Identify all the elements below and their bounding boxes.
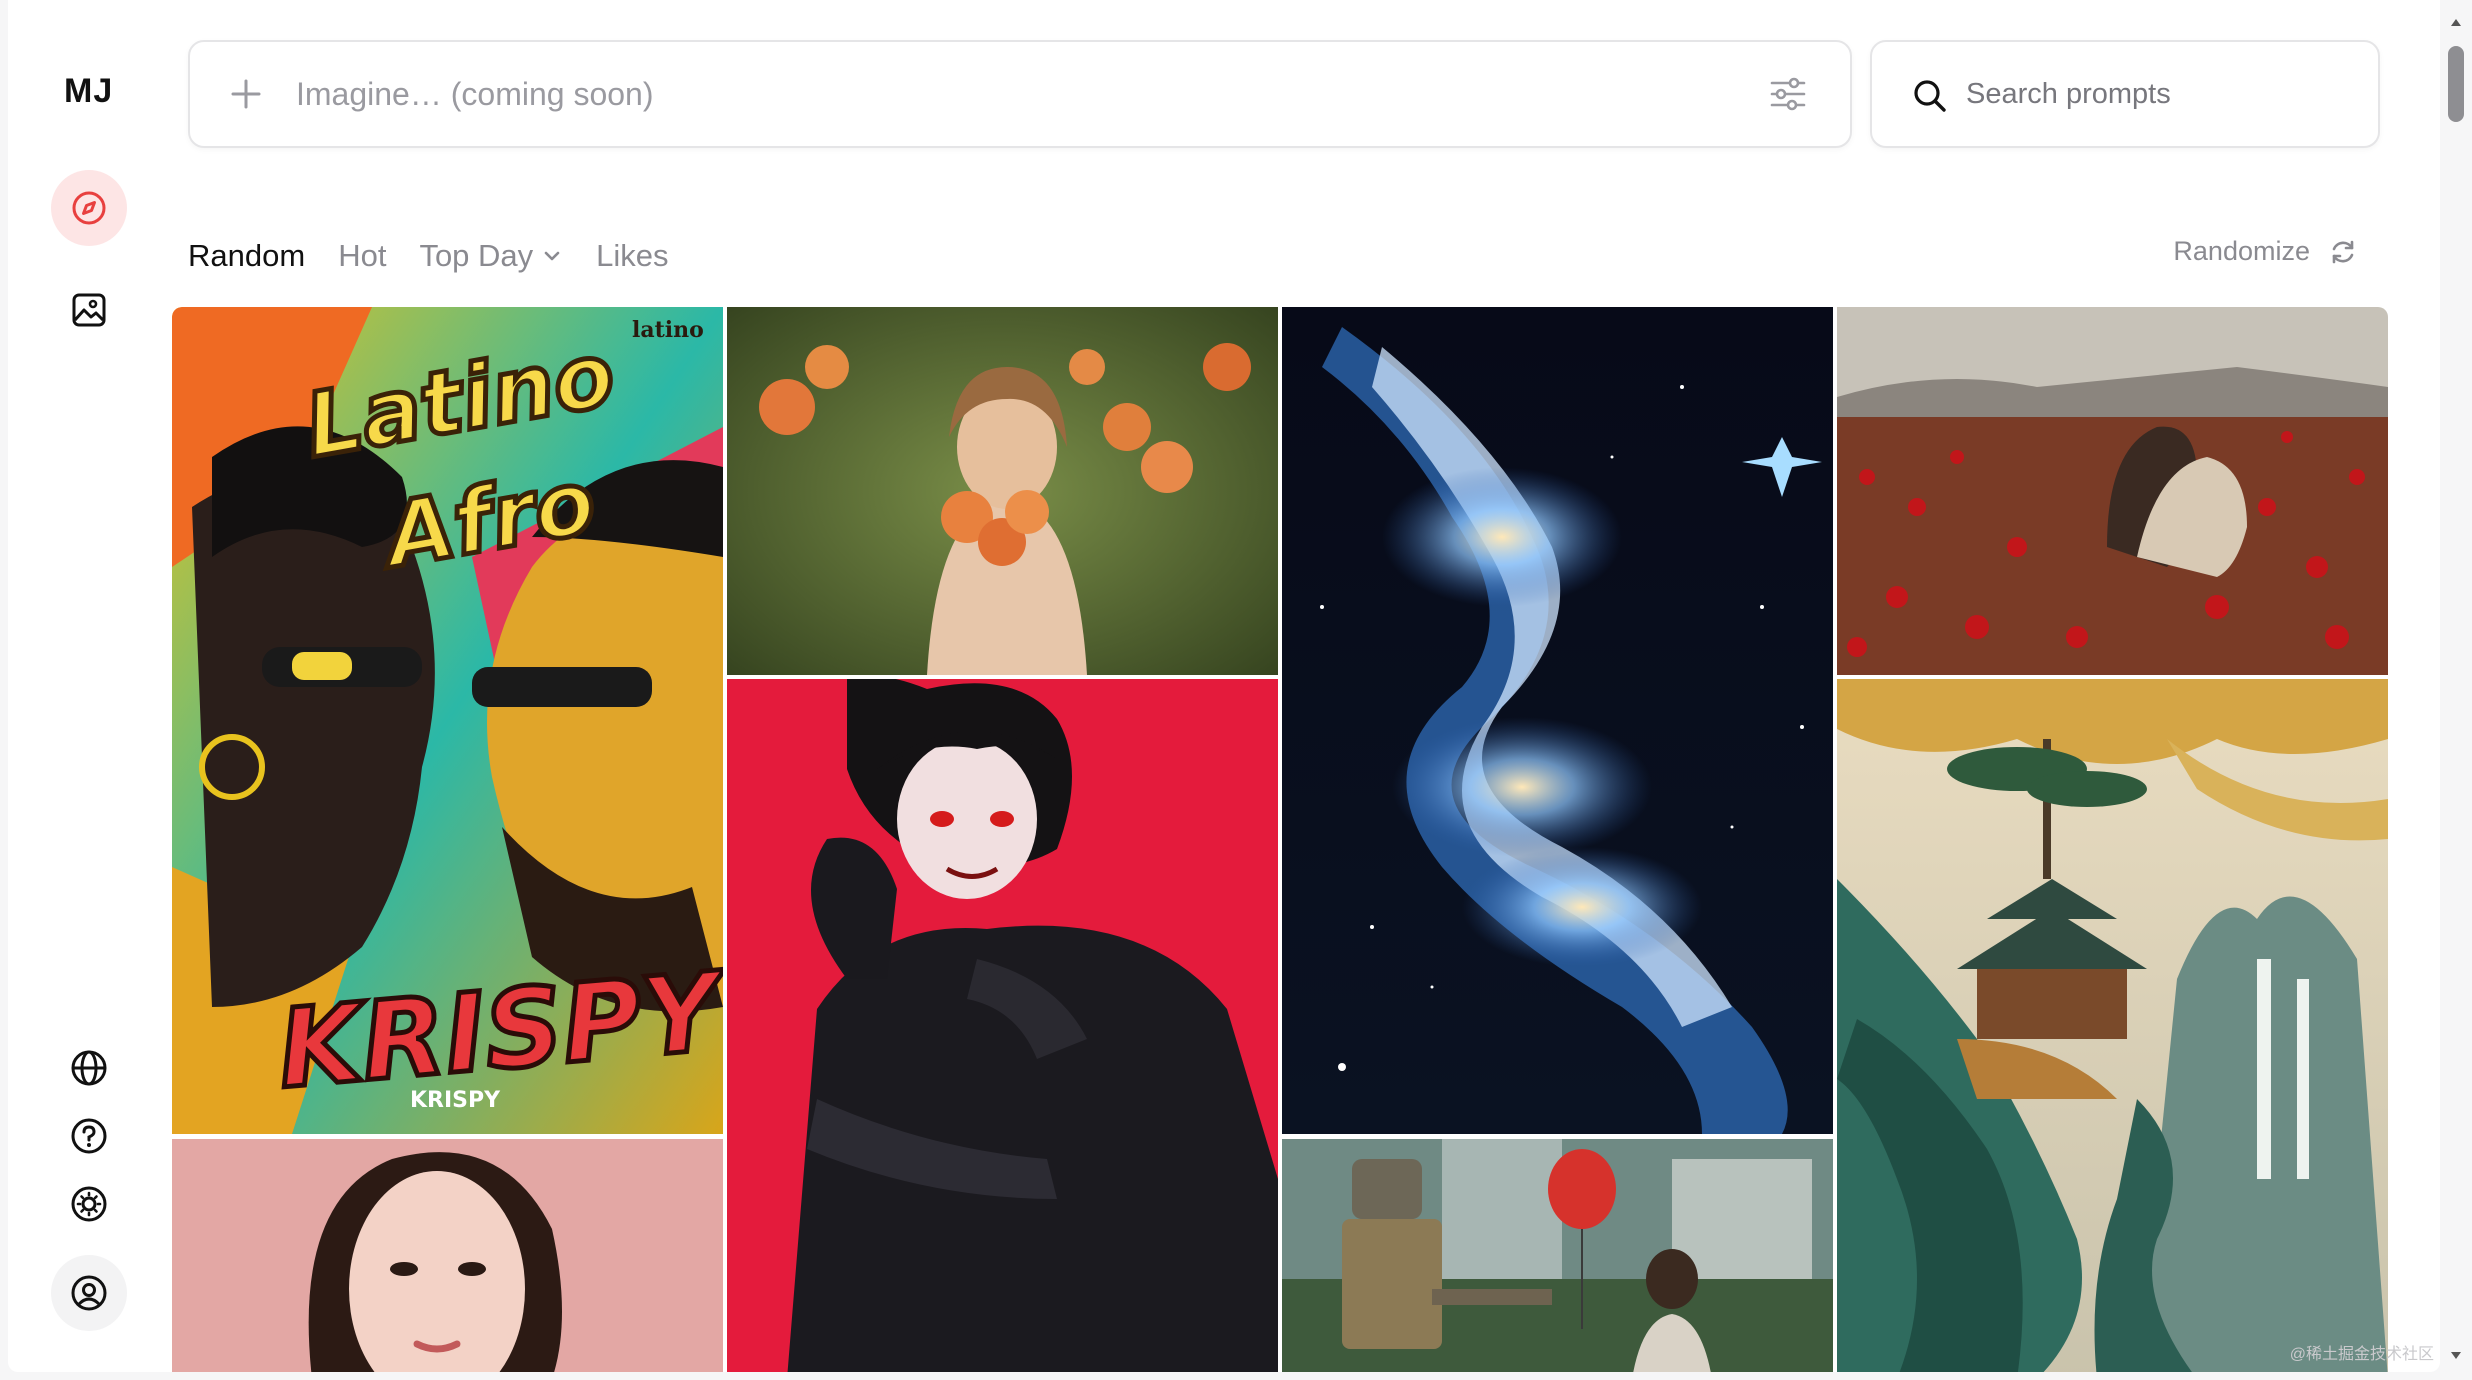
tab-label: Random [188, 238, 306, 273]
nav-account[interactable] [51, 1255, 127, 1331]
nav-language[interactable] [51, 1030, 127, 1106]
image-icon [72, 293, 106, 327]
imagine-bar[interactable]: Imagine… (coming soon) [188, 40, 1852, 148]
tab-label: Top Day [419, 238, 534, 273]
user-circle-icon [71, 1275, 107, 1311]
anime-boy-image [727, 679, 1278, 1372]
compass-icon [72, 191, 106, 225]
watermark: @稀土掘金技术社区 [2289, 1346, 2434, 1363]
tab-likes[interactable]: Likes [596, 238, 668, 274]
poppy-field-image [1837, 307, 2388, 675]
app-window: MJ Imagine… (coming soon) Search prompts… [8, 0, 2440, 1372]
scrollbar[interactable] [2440, 0, 2472, 1380]
nav-explore[interactable] [51, 170, 127, 246]
refresh-icon [2332, 240, 2354, 263]
logo[interactable]: MJ [64, 72, 113, 111]
chinese-landscape-image [1837, 679, 2388, 1372]
gallery-item-woman-portrait[interactable] [172, 1139, 723, 1372]
nebula-image [1282, 307, 1833, 1134]
nav-theme[interactable] [51, 1166, 127, 1242]
svg-text:latino: latino [632, 317, 704, 343]
nav-help[interactable] [51, 1098, 127, 1174]
randomize-label: Randomize [2173, 236, 2310, 266]
tab-random[interactable]: Random [188, 238, 305, 274]
nav-create[interactable] [51, 272, 127, 348]
search-icon [1914, 80, 1946, 112]
search-input[interactable]: Search prompts [1966, 78, 2171, 111]
chevron-down-icon [544, 251, 560, 261]
gallery-item-poppy-field[interactable] [1837, 307, 2388, 675]
gallery-item-robot-balloon[interactable] [1282, 1139, 1833, 1372]
sliders-icon[interactable] [1768, 74, 1808, 114]
plus-icon[interactable] [228, 76, 264, 112]
svg-text:KRISPY: KRISPY [410, 1088, 501, 1113]
image-gallery: Latino Afro latino KRISPY KRISPY [172, 307, 2400, 1372]
search-box[interactable]: Search prompts [1870, 40, 2380, 148]
globe-icon [71, 1050, 107, 1086]
scroll-up-arrow-icon[interactable] [2450, 16, 2462, 28]
gallery-item-anime-boy[interactable] [727, 679, 1278, 1372]
sidebar: MJ [8, 0, 173, 1372]
gallery-item-girl-peaches[interactable] [727, 307, 1278, 675]
woman-portrait-image [172, 1139, 723, 1372]
help-icon [71, 1118, 107, 1154]
latino-afro-poster-image: Latino Afro latino KRISPY KRISPY [172, 307, 723, 1134]
tab-label: Likes [596, 238, 669, 273]
imagine-placeholder: Imagine… (coming soon) [296, 76, 654, 112]
sun-icon [71, 1186, 107, 1222]
tab-hot[interactable]: Hot [338, 238, 386, 274]
randomize-button[interactable]: Randomize [2173, 236, 2358, 267]
gallery-item-chinese-landscape[interactable] [1837, 679, 2388, 1372]
scroll-down-arrow-icon[interactable] [2450, 1350, 2462, 1362]
tab-label: Hot [338, 238, 387, 273]
gallery-item-latino-afro[interactable]: Latino Afro latino KRISPY KRISPY [172, 307, 723, 1134]
robot-balloon-image [1282, 1139, 1833, 1372]
gallery-item-nebula[interactable] [1282, 307, 1833, 1134]
girl-peaches-image [727, 307, 1278, 675]
scrollbar-thumb[interactable] [2448, 46, 2464, 122]
feed-tabs: Random Hot Top Day Likes [188, 234, 702, 278]
tab-top-day[interactable]: Top Day [419, 238, 563, 274]
